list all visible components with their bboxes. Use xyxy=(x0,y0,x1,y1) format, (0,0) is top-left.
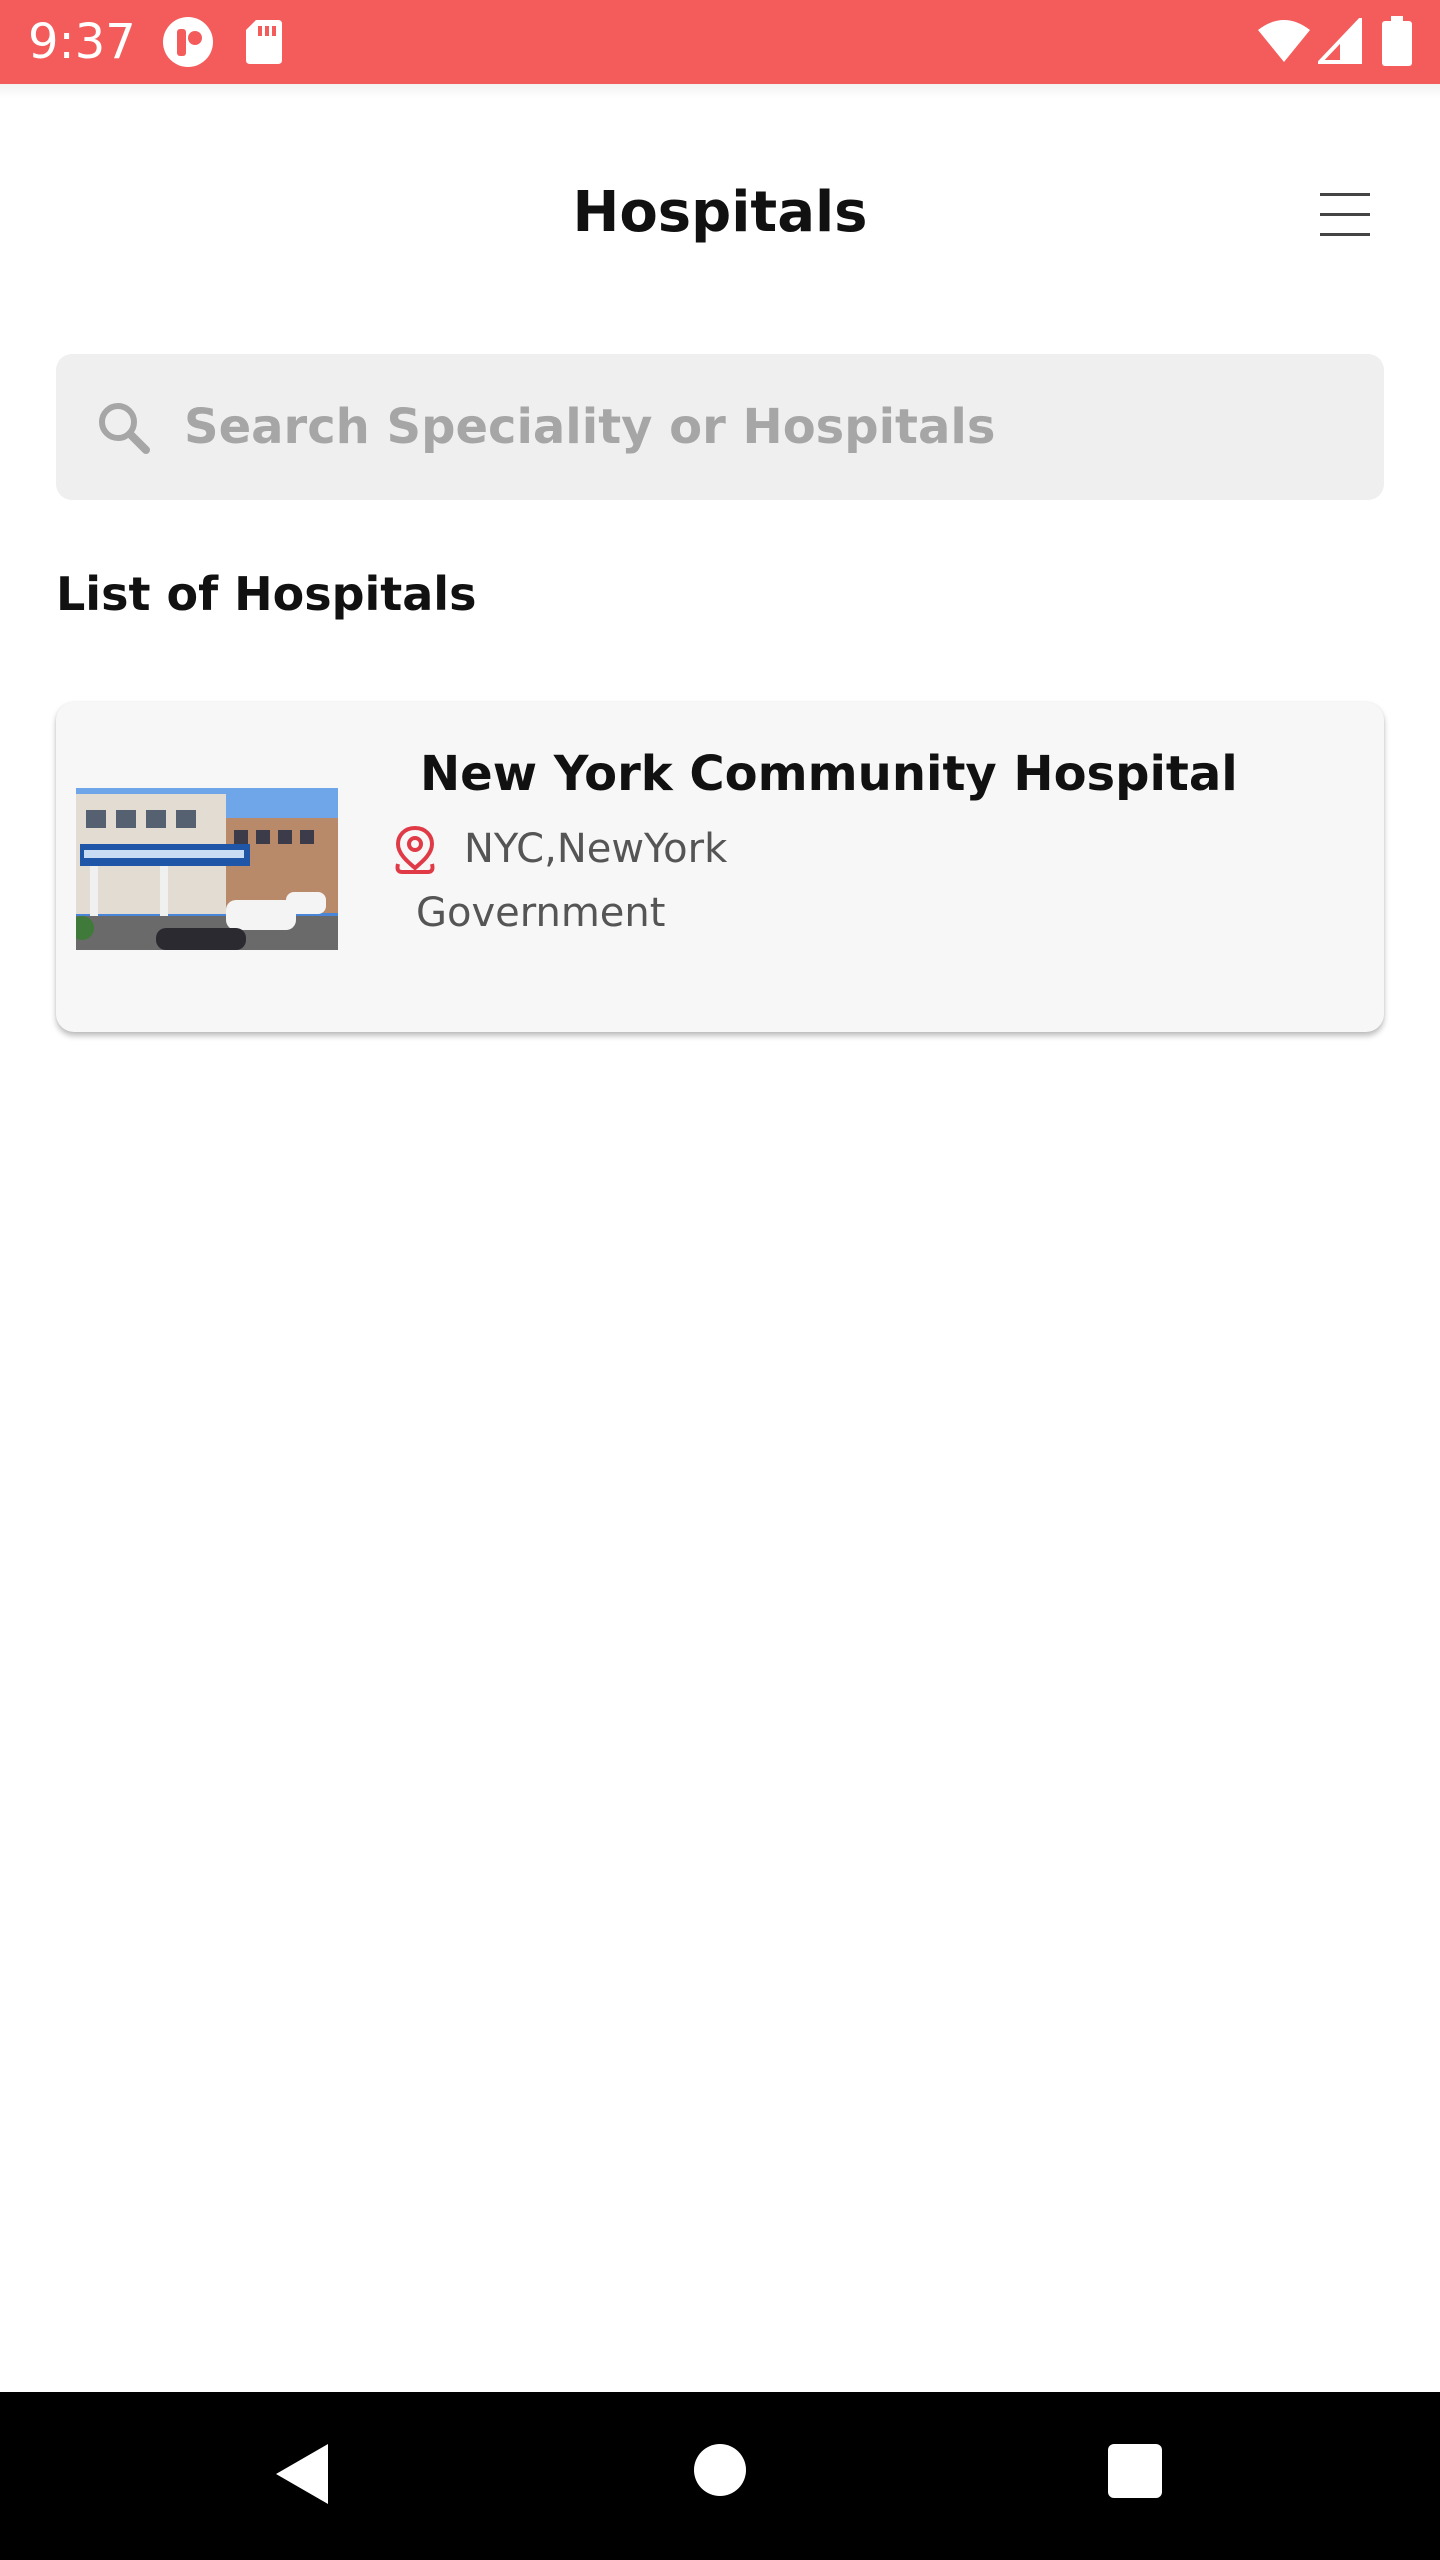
search-bar[interactable] xyxy=(56,354,1384,500)
hospital-type: Government xyxy=(416,890,666,936)
page-title: Hospitals xyxy=(572,180,868,245)
search-input[interactable] xyxy=(182,378,1346,476)
status-time: 9:37 xyxy=(28,14,136,70)
section-title: List of Hospitals xyxy=(56,567,477,621)
map-pin-icon xyxy=(392,824,438,876)
search-icon xyxy=(96,400,152,456)
hamburger-menu-icon[interactable] xyxy=(1300,180,1390,250)
app-notification-icon xyxy=(162,16,214,68)
status-bar: 9:37 xyxy=(0,0,1440,84)
hospital-location: NYC,NewYork xyxy=(464,826,728,872)
navigation-bar xyxy=(0,2392,1440,2560)
wifi-icon xyxy=(1256,18,1312,64)
home-icon[interactable] xyxy=(694,2444,746,2496)
header-divider xyxy=(0,84,1440,98)
cell-signal-icon xyxy=(1315,15,1362,64)
hospital-card[interactable]: New York Community Hospital NYC,NewYork … xyxy=(56,702,1384,1032)
recents-icon[interactable] xyxy=(1108,2444,1162,2498)
hospital-name: New York Community Hospital xyxy=(420,746,1238,802)
back-icon[interactable] xyxy=(272,2442,332,2506)
battery-icon xyxy=(1382,16,1412,66)
hospital-image xyxy=(76,788,338,950)
sd-card-icon xyxy=(244,18,284,66)
